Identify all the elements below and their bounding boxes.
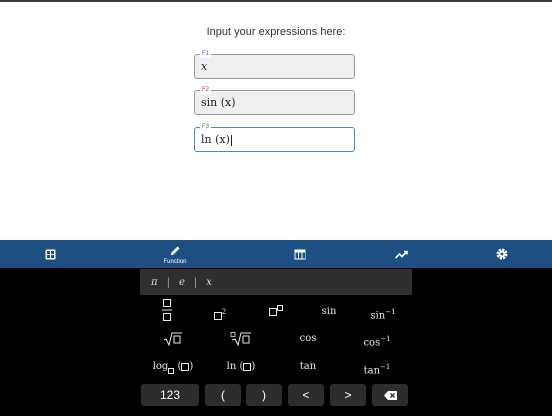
key-arctan-label: tan	[363, 365, 381, 377]
sqrt-icon	[163, 332, 182, 347]
function-input-f2[interactable]: F2 sin (x)	[194, 86, 355, 115]
key-e[interactable]: e	[179, 277, 185, 288]
function-tag-f3: F3	[200, 123, 212, 131]
nth-root-icon	[230, 332, 251, 347]
placeholder-base-box	[168, 368, 175, 374]
placeholder-box	[269, 307, 277, 316]
toolbar-settings-button[interactable]	[488, 240, 516, 268]
key-square[interactable]: 2	[205, 305, 235, 323]
key-power[interactable]	[261, 305, 291, 319]
key-right-paren[interactable]: )	[246, 384, 282, 406]
main-toolbar: Function	[0, 240, 552, 268]
toolbar-function-label: Function	[163, 259, 187, 265]
function-expression-f3: ln (x)	[201, 133, 232, 146]
key-log-label: log	[152, 361, 169, 372]
key-arccos-exponent: −1	[380, 335, 391, 343]
toolbar-function-button[interactable]: Function	[150, 240, 200, 268]
trend-chart-icon	[394, 250, 408, 259]
toolbar-table-button[interactable]	[286, 240, 314, 268]
backspace-icon	[383, 390, 397, 400]
key-cursor-left[interactable]: <	[288, 384, 324, 406]
table-icon	[294, 249, 306, 259]
function-tag-f1: F1	[200, 50, 212, 58]
key-pi[interactable]: π	[151, 277, 158, 288]
key-cos[interactable]: cos	[290, 332, 326, 346]
function-input-f1[interactable]: F1 x	[194, 50, 355, 79]
placeholder-box	[213, 311, 222, 320]
placeholder-box	[243, 362, 252, 371]
pencil-icon	[170, 246, 179, 255]
function-input-f3[interactable]: F3 ln (x)	[194, 123, 355, 152]
constants-row: π | e | x	[140, 269, 412, 295]
keyboard-mode-button[interactable]: 123	[141, 384, 199, 406]
gear-icon	[496, 248, 508, 260]
key-arccos-label: cos	[363, 337, 381, 349]
function-expression-f3-text: ln (x)	[201, 133, 230, 146]
key-arcsin[interactable]: sin−1	[362, 305, 404, 323]
function-expression-f2: sin (x)	[201, 96, 236, 109]
placeholder-exponent-box	[277, 305, 283, 311]
key-arctan-exponent: −1	[380, 363, 391, 371]
calculator-grid-icon	[45, 249, 55, 259]
key-square-exponent: 2	[221, 308, 227, 316]
key-arctan[interactable]: tan−1	[354, 360, 400, 378]
key-nth-root[interactable]	[226, 332, 256, 351]
key-ln-label: ln	[226, 361, 237, 372]
function-tag-f2: F2	[200, 86, 212, 94]
key-backspace[interactable]	[372, 384, 408, 406]
key-arcsin-label: sin	[370, 310, 386, 322]
toolbar-graph-button[interactable]	[387, 240, 415, 268]
key-sin[interactable]: sin	[312, 305, 346, 319]
constants-separator: |	[193, 276, 198, 288]
function-expression-f1: x	[201, 60, 208, 73]
key-ln[interactable]: ln ()	[218, 360, 264, 374]
key-cursor-right[interactable]: >	[330, 384, 366, 406]
key-arccos[interactable]: cos−1	[354, 332, 400, 350]
fraction-icon	[162, 299, 172, 321]
constants-separator: |	[166, 276, 170, 288]
key-tan[interactable]: tan	[290, 360, 326, 374]
expression-prompt: Input your expressions here:	[206, 26, 346, 38]
text-caret	[230, 134, 232, 146]
key-fraction[interactable]	[155, 298, 179, 327]
placeholder-box	[181, 362, 190, 371]
key-log[interactable]: log ()	[146, 360, 200, 374]
key-arcsin-exponent: −1	[385, 308, 396, 316]
toolbar-calculator-button[interactable]	[36, 240, 64, 268]
key-left-paren[interactable]: (	[205, 384, 241, 406]
key-sqrt[interactable]	[158, 332, 188, 351]
key-x[interactable]: x	[206, 277, 212, 288]
